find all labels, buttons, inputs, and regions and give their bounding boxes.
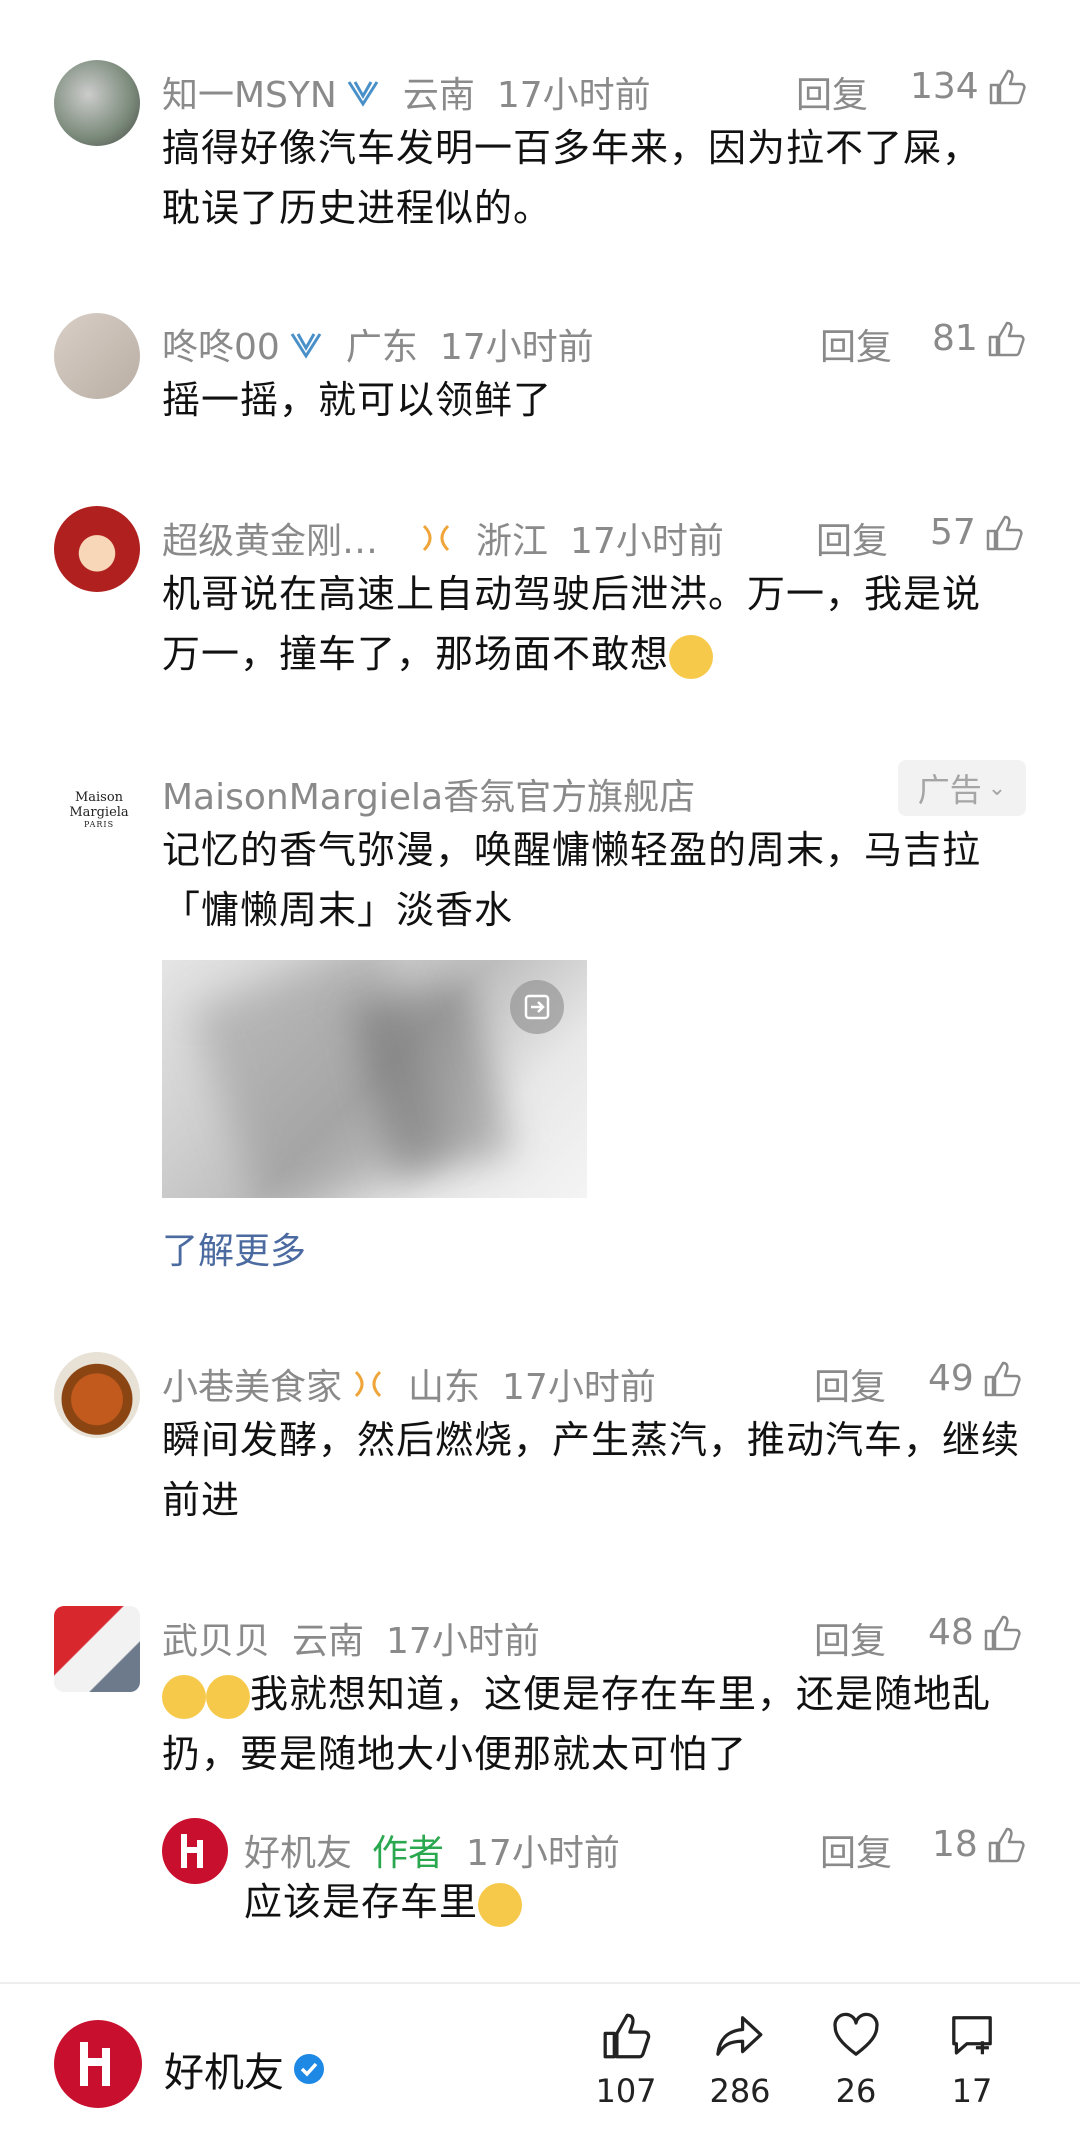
region: 云南 bbox=[402, 75, 475, 116]
like-stat-button[interactable]: 107 bbox=[576, 2010, 676, 2110]
region: 浙江 bbox=[476, 521, 549, 562]
laughing-emoji-icon bbox=[669, 634, 714, 679]
ad-brand[interactable]: MaisonMargiela香氛官方旗舰店 bbox=[162, 768, 695, 820]
ad-badge[interactable]: 广告 ⌄ bbox=[898, 760, 1026, 816]
region: 云南 bbox=[292, 1621, 365, 1662]
comment-meta: 超级黄金刚… 浙江 17小时前 bbox=[162, 512, 724, 564]
ad-logo[interactable]: Maison Margiela PARIS bbox=[54, 790, 144, 829]
reply-button[interactable]: 回复 bbox=[820, 318, 892, 370]
reply-button[interactable]: 回复 bbox=[816, 512, 888, 564]
timestamp: 17小时前 bbox=[386, 1621, 540, 1662]
comment-meta: 小巷美食家 山东 17小时前 bbox=[162, 1358, 656, 1410]
comment-meta: 知一MSYN 云南 17小时前 bbox=[162, 66, 651, 118]
avatar[interactable] bbox=[54, 313, 140, 399]
thumbs-up-icon bbox=[984, 1615, 1021, 1650]
share-stat-button[interactable]: 286 bbox=[690, 2010, 790, 2110]
like-count: 48 bbox=[928, 1612, 974, 1653]
vip-badge-icon bbox=[354, 1370, 382, 1398]
open-link-icon[interactable] bbox=[510, 980, 564, 1034]
timestamp: 17小时前 bbox=[502, 1367, 656, 1408]
avatar[interactable] bbox=[54, 1606, 140, 1692]
like-count: 18 bbox=[932, 1824, 978, 1865]
like-total: 107 bbox=[595, 2072, 657, 2110]
comment-total: 17 bbox=[951, 2072, 993, 2110]
comment-add-icon bbox=[952, 2016, 992, 2055]
avatar[interactable] bbox=[54, 1352, 140, 1438]
share-total: 286 bbox=[709, 2072, 771, 2110]
thumbs-up-icon bbox=[988, 321, 1025, 356]
like-count: 57 bbox=[930, 512, 976, 553]
thumbs-up-icon bbox=[989, 69, 1026, 104]
avatar[interactable] bbox=[54, 506, 140, 592]
learn-more-link[interactable]: 了解更多 bbox=[162, 1222, 306, 1274]
vip-badge-icon bbox=[422, 524, 450, 552]
timestamp: 17小时前 bbox=[570, 521, 724, 562]
comment-text: 机哥说在高速上自动驾驶后泄洪。万一，我是说 万一，撞车了，那场面不敢想 bbox=[162, 564, 981, 684]
thumbs-up-icon bbox=[984, 1361, 1021, 1396]
username[interactable]: 知一MSYN bbox=[162, 66, 337, 118]
comment-text: 摇一摇，就可以领鲜了 bbox=[162, 378, 553, 422]
reply-button[interactable]: 回复 bbox=[814, 1358, 886, 1410]
favorite-total: 26 bbox=[835, 2072, 877, 2110]
timestamp: 17小时前 bbox=[439, 327, 594, 368]
region: 山东 bbox=[408, 1367, 481, 1408]
like-button[interactable]: 134 bbox=[910, 66, 1027, 107]
username[interactable]: 武贝贝 bbox=[162, 1612, 270, 1664]
thumbs-up-icon bbox=[986, 515, 1023, 550]
subreply-meta: 好机友 作者 17小时前 bbox=[244, 1824, 620, 1876]
verified-icon bbox=[294, 2054, 324, 2084]
like-button[interactable]: 18 bbox=[932, 1824, 1026, 1865]
comment-meta: 咚咚00 广东 17小时前 bbox=[162, 318, 594, 370]
comment-text: 我就想知道，这便是存在车里，还是随地乱 扔，要是随地大小便那就太可怕了 bbox=[162, 1672, 992, 1776]
subreply-text: 应该是存车里 bbox=[244, 1872, 523, 1932]
timestamp: 17小时前 bbox=[466, 1833, 620, 1874]
comment-meta: 武贝贝 云南 17小时前 bbox=[162, 1612, 540, 1664]
vip-badge-icon bbox=[290, 333, 322, 359]
thumbs-up-icon bbox=[988, 1827, 1025, 1862]
dog-emoji-icon bbox=[206, 1674, 250, 1719]
comment-stat-button[interactable]: 17 bbox=[922, 2010, 1022, 2110]
vip-badge-icon bbox=[347, 81, 379, 107]
timestamp: 17小时前 bbox=[496, 75, 651, 116]
comment-text: 搞得好像汽车发明一百多年来，因为拉不了屎， 耽误了历史进程似的。 bbox=[162, 126, 982, 230]
username[interactable]: 好机友 bbox=[244, 1824, 352, 1876]
dog-emoji-icon bbox=[478, 1882, 523, 1927]
like-button[interactable]: 57 bbox=[930, 512, 1024, 553]
author-avatar[interactable] bbox=[162, 1818, 228, 1884]
thumbs-up-icon bbox=[603, 2013, 651, 2059]
ad-text[interactable]: 记忆的香气弥漫，唤醒慵懒轻盈的周末，马吉拉 「慵懒周末」淡香水 bbox=[162, 820, 981, 940]
bottom-bar: 好机友 107 286 26 17 bbox=[0, 1982, 1080, 2144]
reply-button[interactable]: 回复 bbox=[796, 66, 868, 118]
region: 广东 bbox=[345, 327, 418, 368]
account-avatar[interactable] bbox=[54, 2020, 142, 2108]
reply-button[interactable]: 回复 bbox=[820, 1824, 892, 1876]
reply-button[interactable]: 回复 bbox=[814, 1612, 886, 1664]
like-count: 81 bbox=[932, 318, 978, 359]
username[interactable]: 咚咚00 bbox=[162, 318, 280, 370]
like-count: 49 bbox=[928, 1358, 974, 1399]
avatar[interactable] bbox=[54, 60, 140, 146]
like-count: 134 bbox=[910, 66, 979, 107]
username[interactable]: 超级黄金刚… bbox=[162, 512, 378, 564]
share-icon bbox=[716, 2016, 763, 2056]
heart-icon bbox=[833, 2012, 879, 2056]
like-button[interactable]: 48 bbox=[928, 1612, 1022, 1653]
author-tag: 作者 bbox=[372, 1833, 445, 1874]
account-name[interactable]: 好机友 bbox=[164, 2040, 326, 2098]
like-button[interactable]: 81 bbox=[932, 318, 1026, 359]
username[interactable]: 小巷美食家 bbox=[162, 1358, 342, 1410]
dog-emoji-icon bbox=[162, 1674, 206, 1719]
favorite-stat-button[interactable]: 26 bbox=[806, 2010, 906, 2110]
like-button[interactable]: 49 bbox=[928, 1358, 1022, 1399]
comment-text: 瞬间发酵，然后燃烧，产生蒸汽，推动汽车，继续 前进 bbox=[162, 1418, 1021, 1522]
